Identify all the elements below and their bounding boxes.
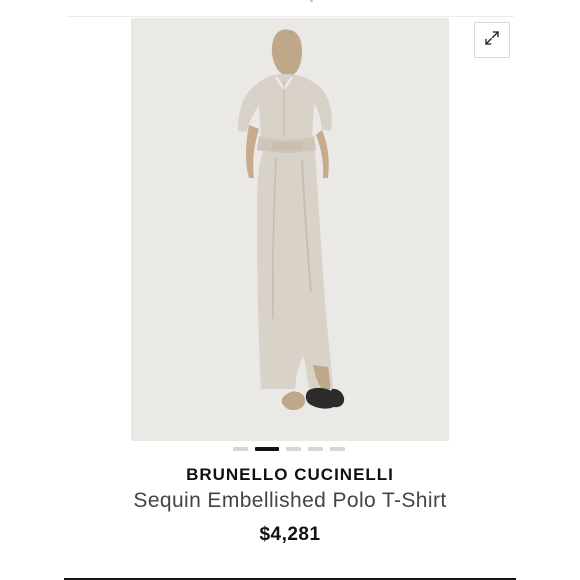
brand-name: BRUNELLO CUCINELLI <box>186 465 394 484</box>
gallery-pagination[interactable] <box>233 447 347 451</box>
top-divider <box>66 16 514 17</box>
product-page: BRUNELLO CUCINELLI Sequin Embellished Po… <box>0 0 580 580</box>
top-strip <box>0 0 580 18</box>
gallery-dot-5[interactable] <box>330 447 345 451</box>
expand-icon <box>483 29 501 52</box>
product-image <box>131 18 449 441</box>
top-indicator <box>310 0 313 2</box>
gallery-dot-4[interactable] <box>308 447 323 451</box>
product-title: Sequin Embellished Polo T-Shirt <box>133 489 447 512</box>
gallery-dot-1[interactable] <box>233 447 248 451</box>
gallery-dot-2[interactable] <box>255 447 279 451</box>
product-price: $4,281 <box>259 524 321 545</box>
gallery-dot-3[interactable] <box>286 447 301 451</box>
expand-image-button[interactable] <box>474 22 510 58</box>
product-gallery[interactable] <box>131 18 449 441</box>
